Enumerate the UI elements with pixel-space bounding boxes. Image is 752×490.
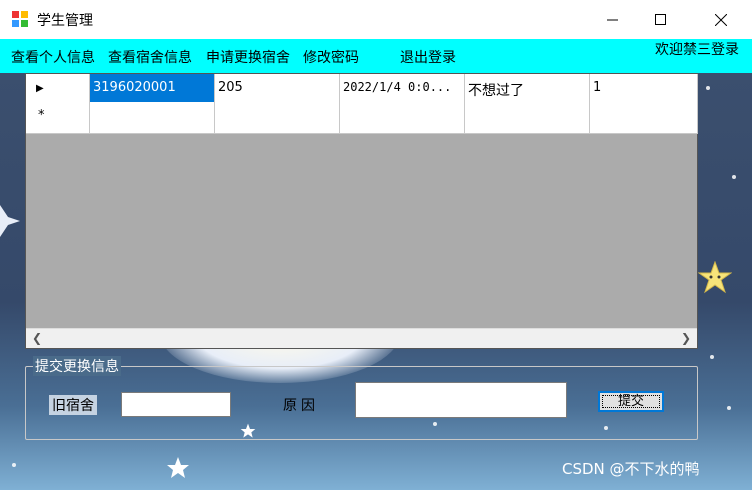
- menu-logout[interactable]: 退出登录: [400, 47, 456, 67]
- old-room-input[interactable]: [121, 392, 231, 417]
- star-icon: [167, 457, 189, 478]
- scroll-left-icon[interactable]: ❮: [32, 331, 42, 345]
- scroll-right-icon[interactable]: ❯: [681, 331, 691, 345]
- table-cell[interactable]: [215, 102, 340, 134]
- app-icon: [12, 11, 28, 27]
- maximize-button[interactable]: [638, 0, 684, 39]
- welcome-text: 欢迎禁三登录: [655, 42, 739, 58]
- close-button[interactable]: [698, 0, 744, 39]
- submit-button[interactable]: 提交: [598, 391, 664, 412]
- star-icon: [0, 205, 20, 237]
- reason-label: 原因: [283, 398, 319, 414]
- dorm-change-grid[interactable]: ▶ 3196020001 205 2022/1/4 0:0... 不想过了 1 …: [25, 73, 698, 349]
- current-row-marker-icon: ▶: [36, 83, 44, 94]
- maximize-icon: [655, 13, 666, 25]
- table-cell[interactable]: [465, 102, 590, 134]
- sparkle: [727, 406, 731, 410]
- close-icon: [715, 13, 727, 26]
- menu-view-personal-info[interactable]: 查看个人信息: [11, 47, 95, 67]
- sparkle: [12, 463, 16, 467]
- horizontal-scrollbar[interactable]: ❮ ❯: [26, 328, 697, 348]
- title-bar: 学生管理: [0, 0, 752, 39]
- row-header[interactable]: *: [26, 102, 90, 134]
- table-row-new[interactable]: *: [26, 102, 698, 134]
- table-cell[interactable]: [340, 102, 465, 134]
- reason-input[interactable]: [355, 382, 567, 418]
- table-cell[interactable]: [90, 102, 215, 134]
- menu-apply-dorm-change[interactable]: 申请更换宿舍: [206, 47, 290, 67]
- smiling-star-icon: [698, 261, 732, 294]
- window-title: 学生管理: [37, 13, 93, 29]
- old-room-label: 旧宿舍: [49, 395, 97, 415]
- group-title: 提交更换信息: [33, 356, 121, 376]
- menu-bar: 查看个人信息 查看宿舍信息 申请更换宿舍 修改密码 退出登录 欢迎禁三登录: [0, 39, 752, 73]
- table-cell[interactable]: [590, 102, 698, 134]
- sparkle: [706, 86, 710, 90]
- minimize-button[interactable]: [590, 0, 636, 39]
- menu-view-dorm-info[interactable]: 查看宿舍信息: [108, 47, 192, 67]
- watermark: CSDN @不下水的鸭: [562, 460, 700, 478]
- new-row-marker-icon: *: [38, 108, 45, 123]
- sparkle: [732, 175, 736, 179]
- menu-change-password[interactable]: 修改密码: [303, 47, 359, 67]
- minimize-icon: [607, 19, 618, 20]
- sparkle: [710, 355, 714, 359]
